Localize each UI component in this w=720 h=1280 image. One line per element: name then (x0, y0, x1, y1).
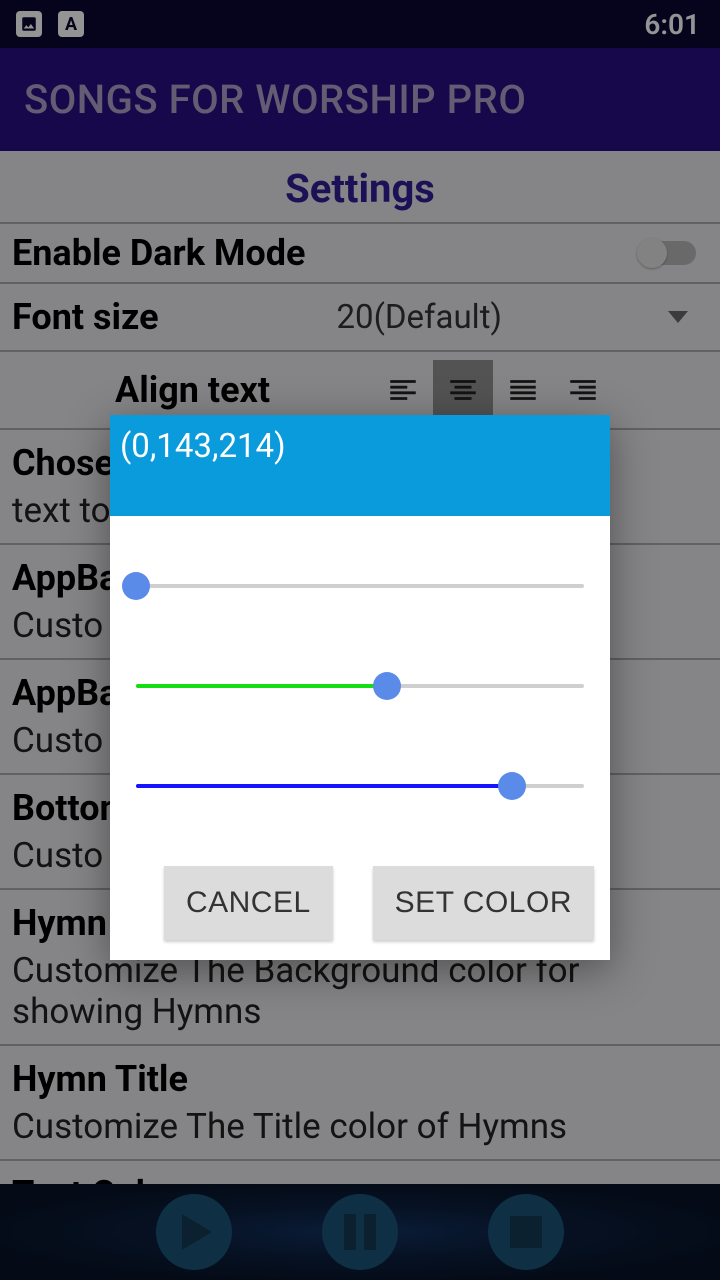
dialog-rgb-label: (0,143,214) (110, 415, 610, 516)
blue-slider[interactable] (128, 754, 592, 818)
color-picker-dialog: (0,143,214) CANCEL SET COLOR (110, 415, 610, 960)
set-color-button[interactable]: SET COLOR (373, 866, 594, 940)
green-slider[interactable] (128, 654, 592, 718)
red-slider[interactable] (128, 554, 592, 618)
cancel-button[interactable]: CANCEL (164, 866, 333, 940)
